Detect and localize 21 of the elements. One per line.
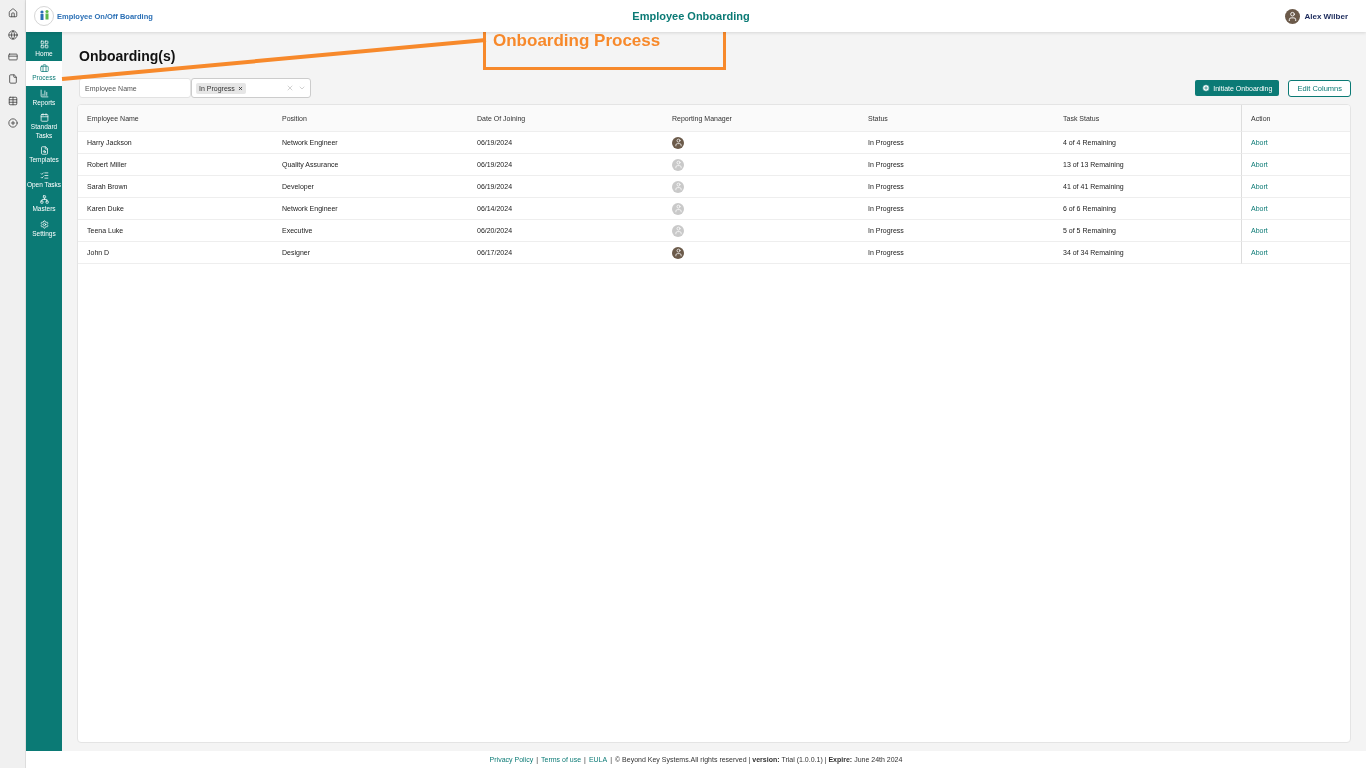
home-icon[interactable] xyxy=(7,8,18,18)
list-icon xyxy=(39,170,49,180)
add-icon[interactable] xyxy=(7,118,18,128)
table-icon[interactable] xyxy=(7,96,18,106)
bar-chart-icon xyxy=(39,88,49,98)
file-search-icon xyxy=(39,146,49,156)
calendar-icon xyxy=(39,113,49,123)
remove-icon[interactable] xyxy=(237,85,243,91)
hierarchy-icon xyxy=(39,195,49,205)
grid-icon xyxy=(39,40,49,49)
briefcase-icon xyxy=(39,64,49,74)
page-title: Onboarding(s) xyxy=(79,48,176,66)
user-name: Alex Wilber xyxy=(1304,11,1348,21)
file-icon[interactable] xyxy=(7,74,18,84)
logo-icon xyxy=(34,6,54,26)
user-avatar[interactable] xyxy=(1284,8,1300,24)
globe-icon[interactable] xyxy=(7,30,18,40)
app-title: Employee Onboarding xyxy=(631,10,751,22)
settings-icon xyxy=(39,219,49,229)
card-icon[interactable] xyxy=(7,52,18,62)
add-icon xyxy=(1202,84,1211,92)
